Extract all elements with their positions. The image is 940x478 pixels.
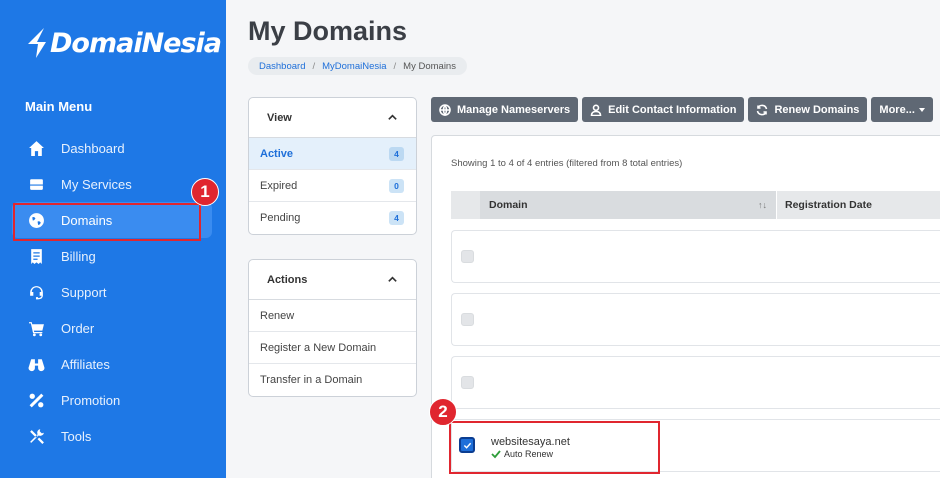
breadcrumb-dashboard[interactable]: Dashboard (259, 61, 305, 72)
button-label: More... (879, 103, 915, 116)
actions-panel: Actions Renew Register a New Domain Tran… (248, 259, 417, 397)
sidebar-item-label: Tools (61, 428, 92, 444)
cart-icon (26, 318, 46, 338)
sidebar-item-tools[interactable]: Tools (12, 418, 212, 454)
button-label: Edit Contact Information (608, 103, 737, 116)
button-label: Renew Domains (774, 103, 860, 116)
button-label: Manage Nameservers (457, 103, 571, 116)
actions-panel-title: Actions (267, 273, 308, 286)
logo[interactable]: DomaiNesia (26, 20, 222, 66)
page-title: My Domains (248, 16, 408, 46)
row-checkbox[interactable] (461, 313, 474, 326)
domain-row-highlight-box (449, 421, 660, 474)
table-row[interactable] (451, 230, 940, 283)
sidebar-item-affiliates[interactable]: Affiliates (12, 346, 212, 382)
sidebar-item-label: Order (61, 320, 95, 336)
binoculars-icon (26, 354, 46, 374)
view-panel: View Active 4 Expired 0 Pending 4 (248, 97, 417, 235)
view-filter-pending[interactable]: Pending 4 (249, 202, 416, 234)
home-icon (26, 138, 46, 158)
table-row[interactable] (451, 293, 940, 346)
headset-icon (26, 282, 46, 302)
more-dropdown-button[interactable]: More... (871, 97, 933, 122)
edit-contact-button[interactable]: Edit Contact Information (582, 97, 745, 122)
sidebar-item-promotion[interactable]: Promotion (12, 382, 212, 418)
column-header-domain[interactable]: Domain ↑↓ (480, 191, 777, 219)
sidebar-item-label: Billing (61, 248, 96, 264)
filter-label: Expired (260, 179, 298, 192)
view-panel-header[interactable]: View (249, 98, 416, 138)
chevron-up-icon (388, 114, 397, 120)
table-header: Domain ↑↓ Registration Date (451, 191, 940, 219)
filter-label: Pending (260, 212, 301, 224)
sidebar-item-support[interactable]: Support (12, 274, 212, 310)
manage-nameservers-button[interactable]: Manage Nameservers (431, 97, 579, 122)
sidebar-item-label: Support (61, 284, 107, 300)
breadcrumb: Dashboard / MyDomaiNesia / My Domains (248, 57, 467, 75)
action-renew[interactable]: Renew (249, 300, 416, 332)
column-header-registration-date[interactable]: Registration Date (777, 191, 872, 219)
sidebar-item-label: Affiliates (61, 356, 110, 372)
breadcrumb-current: My Domains (403, 60, 456, 72)
step-badge-2: 2 (429, 398, 457, 426)
view-filter-active[interactable]: Active 4 (249, 138, 416, 170)
breadcrumb-separator: / (312, 60, 316, 72)
table-row[interactable] (451, 356, 940, 409)
globe-outline-icon (439, 103, 451, 116)
actions-panel-header[interactable]: Actions (249, 260, 416, 300)
logo-text: DomaiNesia (50, 27, 222, 59)
step-badge-1: 1 (191, 178, 219, 206)
logo-mark-icon (28, 28, 46, 58)
sidebar-item-label: Promotion (61, 392, 121, 408)
sidebar-item-dashboard[interactable]: Dashboard (12, 130, 212, 166)
sidebar-item-label: My Services (61, 176, 132, 192)
sidebar-item-my-services[interactable]: My Services (12, 166, 212, 202)
server-icon (26, 174, 46, 194)
domains-highlight-box (13, 203, 201, 241)
main-menu-title: Main Menu (25, 99, 93, 114)
row-checkbox[interactable] (461, 250, 474, 263)
action-register-domain[interactable]: Register a New Domain (249, 332, 416, 364)
row-checkbox[interactable] (461, 376, 474, 389)
percent-icon (26, 390, 46, 410)
tools-icon (26, 426, 46, 446)
user-icon (590, 103, 602, 116)
sidebar-item-order[interactable]: Order (12, 310, 212, 346)
action-transfer-domain[interactable]: Transfer in a Domain (249, 364, 416, 396)
view-filter-expired[interactable]: Expired 0 (249, 170, 416, 202)
filter-count-badge: 4 (389, 146, 404, 161)
header-checkbox-cell (451, 191, 480, 219)
filter-label: Active (260, 147, 294, 160)
renew-domains-button[interactable]: Renew Domains (748, 97, 868, 122)
column-header-label: Registration Date (785, 199, 872, 211)
entries-info: Showing 1 to 4 of 4 entries (filtered fr… (451, 158, 683, 169)
column-header-label: Domain (489, 199, 528, 211)
sidebar-item-label: Dashboard (61, 140, 125, 156)
refresh-icon (757, 104, 768, 115)
breadcrumb-mydomainesia[interactable]: MyDomaiNesia (322, 61, 386, 72)
filter-count-badge: 4 (389, 211, 404, 225)
view-panel-title: View (267, 111, 292, 124)
chevron-up-icon (388, 276, 397, 282)
domain-toolbar: Manage Nameservers Edit Contact Informat… (431, 97, 937, 122)
caret-down-icon (918, 107, 925, 112)
main-menu: Dashboard My Services Domains Billing Su… (12, 130, 212, 454)
breadcrumb-separator: / (393, 60, 397, 72)
filter-count-badge: 0 (389, 178, 404, 193)
sidebar-item-billing[interactable]: Billing (12, 238, 212, 274)
receipt-icon (26, 246, 46, 266)
sort-icon: ↑↓ (758, 200, 767, 210)
